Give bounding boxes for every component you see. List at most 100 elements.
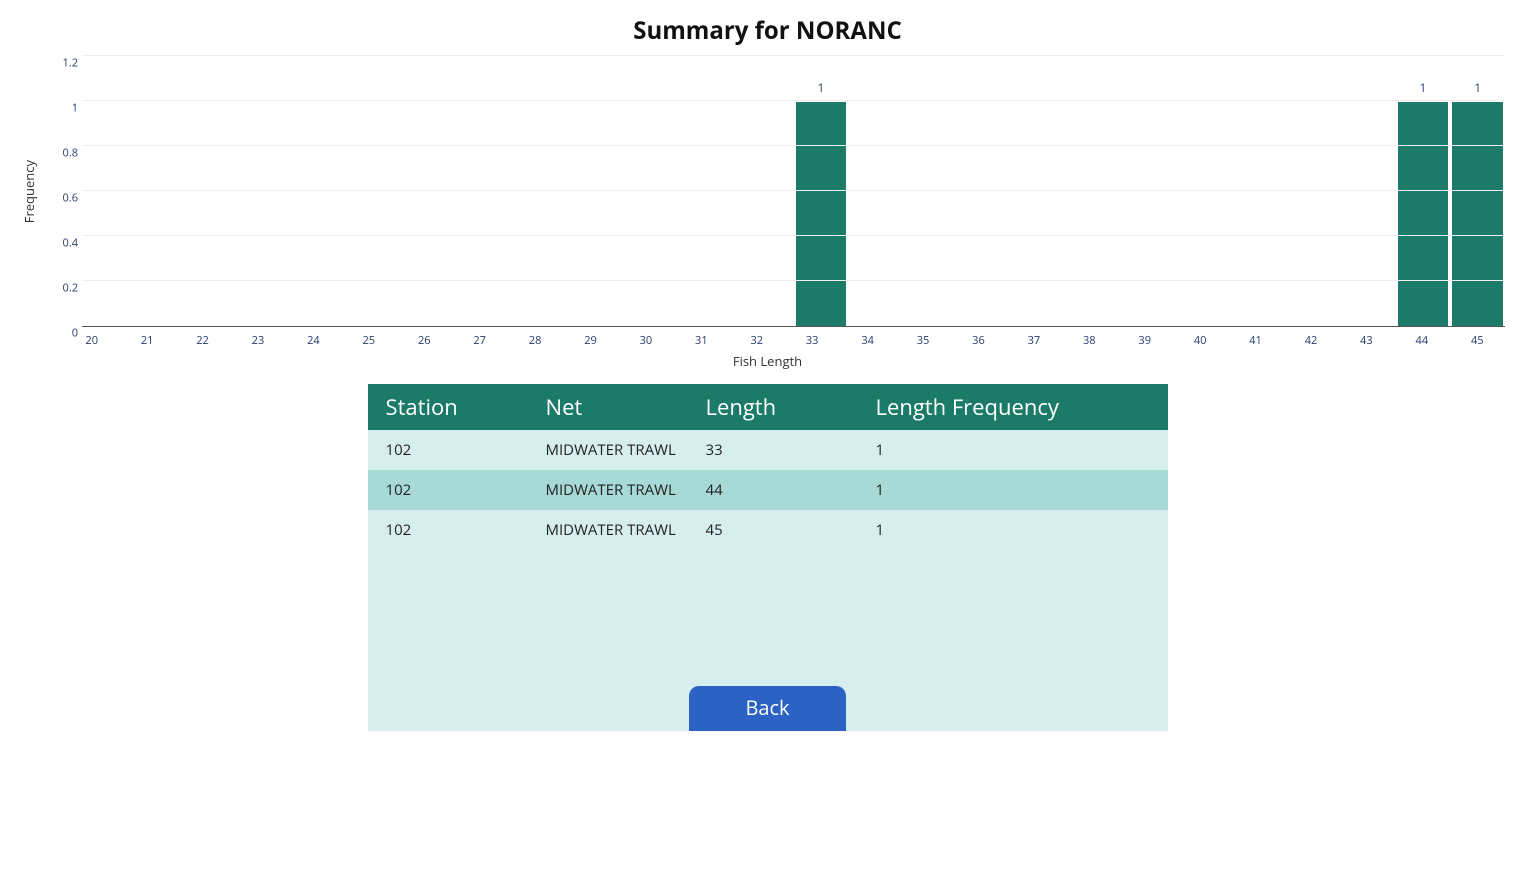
page-title: Summary for NORANC [0, 14, 1535, 47]
table-body: 102MIDWATER TRAWL331102MIDWATER TRAWL441… [368, 430, 1168, 550]
chart-xtick: 36 [951, 327, 1006, 348]
length-frequency-table: Station Net Length Length Frequency 102M… [368, 384, 1168, 731]
chart-ylabel: Frequency [20, 160, 38, 223]
chart-ytick: 1.2 [44, 56, 78, 71]
chart-gridline [82, 100, 1505, 101]
chart-bar-slot: 1 [794, 57, 849, 326]
table-empty-space [368, 550, 1168, 680]
chart-bar-slot [575, 57, 630, 326]
chart-xtick: 25 [341, 327, 396, 348]
chart-gridline [82, 190, 1505, 191]
chart-xtick: 45 [1450, 327, 1505, 348]
chart-bar-slot [1067, 57, 1122, 326]
chart-xtick: 37 [1006, 327, 1061, 348]
table-cell-station: 102 [380, 520, 546, 540]
chart-bar-slot [246, 57, 301, 326]
chart-xtick: 43 [1339, 327, 1394, 348]
chart-xtick: 40 [1172, 327, 1227, 348]
chart-bars: 111 [82, 57, 1505, 326]
chart-bar-slot [410, 57, 465, 326]
chart-xtick: 38 [1062, 327, 1117, 348]
chart-xtick: 29 [563, 327, 618, 348]
chart-ytick: 0.8 [44, 146, 78, 161]
chart-ytick: 0.4 [44, 236, 78, 251]
chart-xtick: 41 [1228, 327, 1283, 348]
chart-bar-slot [629, 57, 684, 326]
table-cell-net: MIDWATER TRAWL [546, 480, 706, 500]
chart-ytick: 0.2 [44, 281, 78, 296]
chart-gridline [82, 280, 1505, 281]
chart-bar-slot [356, 57, 411, 326]
col-header-net: Net [546, 392, 706, 422]
chart-gridline [82, 235, 1505, 236]
chart-bar [1452, 102, 1503, 326]
chart-bar-slot [465, 57, 520, 326]
chart-bar-value-label: 1 [794, 79, 849, 96]
chart-xtick: 27 [452, 327, 507, 348]
chart-bar-slot: 1 [1396, 57, 1451, 326]
table-cell-station: 102 [380, 440, 546, 460]
table-cell-length: 44 [706, 480, 866, 500]
table-cell-length: 33 [706, 440, 866, 460]
table-cell-freq: 1 [866, 480, 1156, 500]
chart-bar-slot [520, 57, 575, 326]
chart-xtick: 21 [119, 327, 174, 348]
chart-ytick: 0.6 [44, 191, 78, 206]
chart-bar-slot [137, 57, 192, 326]
table-row[interactable]: 102MIDWATER TRAWL331 [368, 430, 1168, 470]
back-button-bar: Back [368, 680, 1168, 731]
table-cell-net: MIDWATER TRAWL [546, 520, 706, 540]
chart-xtick: 39 [1117, 327, 1172, 348]
back-button[interactable]: Back [689, 686, 845, 731]
chart-bar-slot [1231, 57, 1286, 326]
table-header-row: Station Net Length Length Frequency [368, 384, 1168, 430]
table-cell-freq: 1 [866, 440, 1156, 460]
chart-xtick: 44 [1394, 327, 1449, 348]
chart-bar-slot [82, 57, 137, 326]
chart-bar-slot [1012, 57, 1067, 326]
chart-bar-value-label: 1 [1450, 79, 1505, 96]
chart-xtick: 31 [674, 327, 729, 348]
chart-bar-slot [958, 57, 1013, 326]
chart-xtick: 33 [784, 327, 839, 348]
chart-bar [1398, 102, 1449, 326]
chart-xtick: 30 [618, 327, 673, 348]
table-row[interactable]: 102MIDWATER TRAWL451 [368, 510, 1168, 550]
chart-yaxis: 00.20.40.60.811.2 [44, 57, 82, 327]
chart-bar-slot [1177, 57, 1232, 326]
chart-bar-slot [191, 57, 246, 326]
table-cell-freq: 1 [866, 520, 1156, 540]
chart-bar-slot [1341, 57, 1396, 326]
chart-bar-slot [301, 57, 356, 326]
chart-bar-slot [848, 57, 903, 326]
chart-xtick: 28 [507, 327, 562, 348]
chart-bar-slot [903, 57, 958, 326]
table-cell-net: MIDWATER TRAWL [546, 440, 706, 460]
chart-xaxis: 2021222324252627282930313233343536373839… [64, 327, 1505, 348]
chart-xtick: 42 [1283, 327, 1338, 348]
chart-gridline [82, 55, 1505, 56]
table-cell-length: 45 [706, 520, 866, 540]
col-header-length: Length [706, 392, 866, 422]
chart-xtick: 35 [895, 327, 950, 348]
chart-xtick: 32 [729, 327, 784, 348]
chart-bar-slot [1286, 57, 1341, 326]
chart-bar-value-label: 1 [1396, 79, 1451, 96]
frequency-chart: Frequency 00.20.40.60.811.2 111 [20, 57, 1505, 327]
page-root: Summary for NORANC Frequency 0 0.2 0.4 0.6 0… [0, 0, 1535, 731]
chart-plot-area: 111 [82, 57, 1505, 327]
chart-xtick: 24 [286, 327, 341, 348]
chart-ytick: 1 [44, 101, 78, 116]
col-header-station: Station [380, 392, 546, 422]
chart-gridline [82, 145, 1505, 146]
table-row[interactable]: 102MIDWATER TRAWL441 [368, 470, 1168, 510]
chart-bar-slot [1122, 57, 1177, 326]
chart-xtick: 22 [175, 327, 230, 348]
chart-xtick: 34 [840, 327, 895, 348]
chart-bar-slot [739, 57, 794, 326]
table-cell-station: 102 [380, 480, 546, 500]
chart-bar [796, 102, 847, 326]
chart-bar-slot: 1 [1450, 57, 1505, 326]
chart-ytick: 0 [44, 326, 78, 341]
chart-xlabel: Fish Length [0, 352, 1535, 370]
